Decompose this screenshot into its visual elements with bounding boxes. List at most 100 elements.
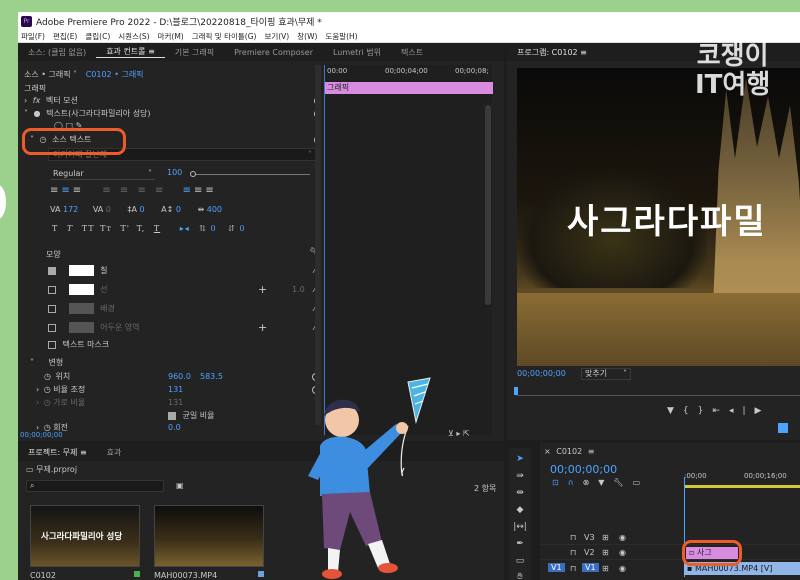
stopwatch-icon[interactable]: ◷	[44, 372, 51, 381]
background-checkbox[interactable]	[48, 304, 56, 313]
tab-text[interactable]: 텍스트	[391, 47, 433, 58]
out-point-icon[interactable]: }	[698, 406, 713, 416]
in-point-icon[interactable]: {	[683, 406, 698, 416]
nest-icon[interactable]: ⊡	[552, 478, 568, 487]
fill-color-swatch[interactable]	[68, 265, 94, 276]
menu-window[interactable]: 창(W)	[297, 31, 317, 42]
rtl-icon[interactable]: ▸◂	[180, 224, 190, 233]
program-video-frame[interactable]: 사그라다파밀	[517, 68, 800, 366]
stopwatch-icon[interactable]: ◷	[44, 398, 51, 407]
source-patch-v1[interactable]: V1	[548, 563, 565, 572]
track-select-icon[interactable]: ⇛	[509, 471, 531, 481]
tracking-value[interactable]: 172	[63, 205, 78, 214]
menu-edit[interactable]: 편집(E)	[53, 31, 77, 42]
faux-italic-icon[interactable]: T	[67, 224, 73, 233]
lock-icon[interactable]: ⊓	[570, 564, 576, 573]
menu-graphics[interactable]: 그래픽 및 타이틀(G)	[192, 31, 257, 42]
linked-icon[interactable]: ⊗	[583, 478, 599, 487]
chevron-right-icon[interactable]: ›	[36, 398, 39, 407]
all-caps-icon[interactable]: TT	[82, 224, 95, 233]
eye-icon[interactable]: ●	[34, 109, 41, 118]
filter-icon[interactable]: ⊻	[448, 429, 454, 438]
captions-icon[interactable]: ▭	[633, 478, 650, 487]
font-style-dropdown[interactable]: Regular ˅	[50, 167, 155, 180]
slip-tool-icon[interactable]: |↔|	[509, 522, 531, 532]
lock-icon[interactable]: ⊓	[570, 548, 576, 557]
leading-value[interactable]: 0	[139, 205, 144, 214]
play-icon[interactable]: ▸	[456, 429, 460, 438]
eye-icon[interactable]: ◉	[619, 533, 626, 542]
project-search-input[interactable]: ⌕	[26, 480, 164, 492]
ec-bottom-timecode[interactable]: 00;00;00;00	[20, 431, 63, 439]
go-to-in-icon[interactable]: ⇤	[712, 406, 729, 416]
program-timecode[interactable]: 00;00;00;00	[517, 369, 566, 378]
export-frame-icon[interactable]	[778, 423, 788, 433]
close-icon[interactable]: ×	[544, 447, 551, 456]
tab-effects[interactable]: 효과	[97, 447, 132, 458]
superscript-icon[interactable]: T'	[120, 224, 130, 233]
menu-sequence[interactable]: 시퀀스(S)	[118, 31, 149, 42]
menu-help[interactable]: 도움말(H)	[325, 31, 357, 42]
timeline-timecode[interactable]: 00;00;00;00	[550, 463, 617, 476]
tab-lumetri[interactable]: Lumetri 범위	[323, 47, 391, 58]
timeline-work-area[interactable]	[684, 485, 800, 488]
ec-scrollbar[interactable]	[315, 65, 321, 425]
position-y-value[interactable]: 583.5	[200, 370, 223, 383]
add-shadow-icon[interactable]: +	[258, 321, 267, 334]
shadow-checkbox[interactable]	[48, 323, 56, 332]
new-bin-icon[interactable]: ▣	[176, 481, 184, 490]
menu-clip[interactable]: 클립(C)	[85, 31, 110, 42]
sync-icon[interactable]: ⊞	[602, 564, 609, 573]
step-back-icon[interactable]: ◂|	[729, 406, 755, 416]
ec-mini-scrollbar[interactable]	[485, 105, 491, 305]
font-size-value[interactable]: 100	[167, 168, 182, 177]
transform-row[interactable]: ˅ 변형	[30, 356, 63, 369]
rectangle-tool-icon[interactable]: ▭	[509, 556, 531, 566]
ec-vector-motion-row[interactable]: › fx 벡터 모션	[24, 94, 322, 107]
menu-view[interactable]: 보기(V)	[264, 31, 289, 42]
kerning-value[interactable]: 0	[106, 205, 111, 214]
shadow-color-swatch[interactable]	[68, 322, 94, 333]
chevron-down-icon[interactable]: ˅	[30, 358, 34, 367]
faux-bold-icon[interactable]: T	[52, 224, 58, 233]
align-left-icon[interactable]: ≡	[50, 185, 61, 196]
playhead-icon[interactable]	[514, 387, 518, 395]
subscript-icon[interactable]: T,	[137, 224, 146, 233]
align-right-icon[interactable]: ≡	[73, 185, 84, 196]
tab-effect-controls[interactable]: 효과 컨트롤 ≡	[96, 46, 165, 58]
eye-icon[interactable]: ◉	[619, 564, 626, 573]
razor-tool-icon[interactable]: ◆	[509, 505, 531, 515]
uniform-scale-checkbox[interactable]	[168, 411, 176, 420]
program-tab[interactable]: 프로그램: C0102 ≡	[507, 47, 597, 58]
project-item[interactable]	[154, 505, 264, 567]
sync-icon[interactable]: ⊞	[602, 548, 609, 557]
tab-source[interactable]: 소스: (클립 없음)	[18, 47, 96, 58]
project-item[interactable]: 사그라다파밀리아 성당	[30, 505, 140, 567]
font-size-slider[interactable]	[190, 171, 310, 177]
sync-icon[interactable]: ⊞	[602, 533, 609, 542]
justify-icons[interactable]: ≡ ≡ ≡ ≡	[102, 185, 166, 196]
marker-add-icon[interactable]: ▼	[598, 478, 613, 487]
baseline-value[interactable]: 0	[176, 205, 181, 214]
snap-icon[interactable]: ∩	[568, 478, 583, 487]
program-scrub-bar[interactable]	[514, 387, 800, 396]
sequence-name[interactable]: C0102	[556, 447, 582, 456]
line-a-value[interactable]: 0	[211, 224, 217, 233]
settings-wrench-icon[interactable]: 🔧︎	[613, 478, 632, 487]
chevron-right-icon[interactable]: ›	[36, 423, 39, 431]
ec-clip-label[interactable]: C0102 • 그래픽	[86, 70, 144, 79]
text-mask-checkbox[interactable]	[48, 340, 56, 349]
tab-project[interactable]: 프로젝트: 무제 ≡	[18, 447, 97, 458]
menu-icon[interactable]: ≡	[588, 447, 595, 456]
tab-premiere-composer[interactable]: Premiere Composer	[224, 48, 323, 57]
position-x-value[interactable]: 960.0	[168, 370, 191, 383]
chevron-right-icon[interactable]: ›	[24, 96, 27, 105]
stroke-width-value[interactable]: 1.0	[292, 283, 305, 296]
fill-checkbox[interactable]	[48, 266, 56, 275]
align-center-icon[interactable]: ≡	[61, 185, 72, 196]
chevron-down-icon[interactable]: ˅	[24, 109, 28, 118]
hand-tool-icon[interactable]: ✋︎	[509, 572, 531, 580]
rotation-value[interactable]: 0.0	[168, 421, 181, 431]
scale-value[interactable]: 131	[168, 383, 183, 396]
stopwatch-icon[interactable]: ◷	[44, 423, 51, 431]
